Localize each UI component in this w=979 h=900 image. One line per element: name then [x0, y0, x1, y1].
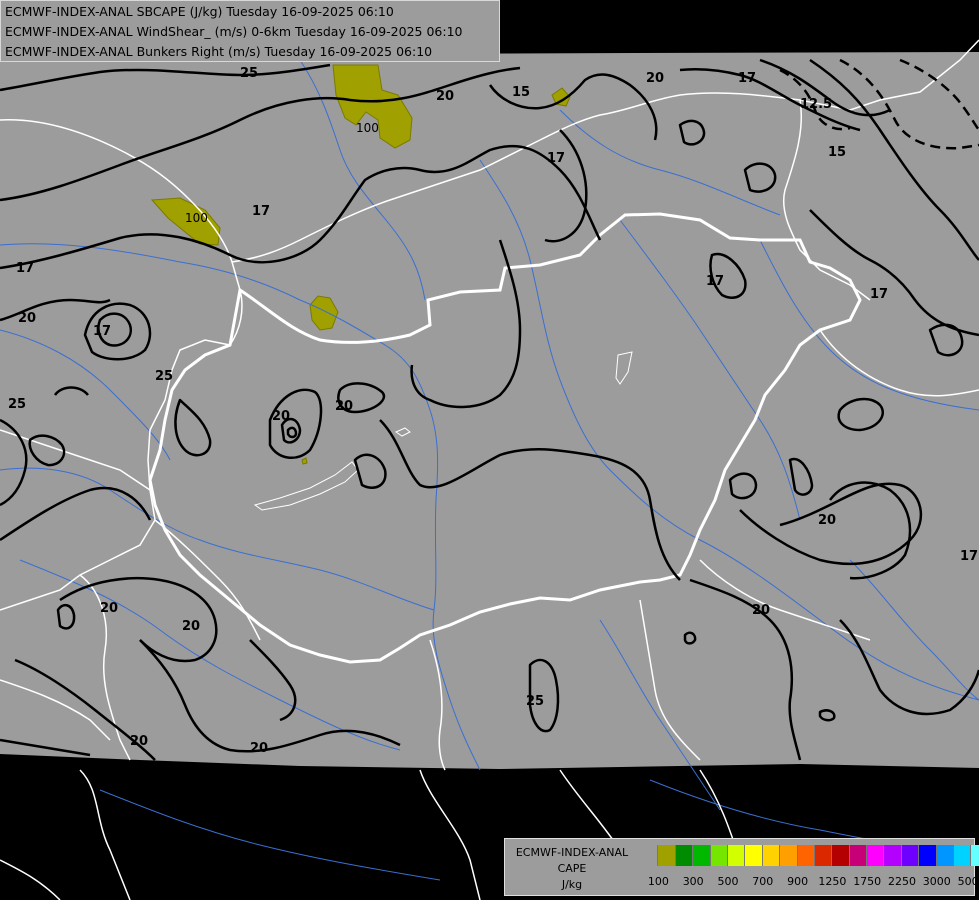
- contour-label: 12.5: [800, 97, 832, 112]
- contour-label: 100: [356, 121, 379, 135]
- legend-swatch: [919, 845, 937, 866]
- contour-label: 17: [252, 204, 270, 219]
- contour-label: 20: [818, 513, 836, 528]
- contour-label: 100: [185, 211, 208, 225]
- contour-label: 20: [436, 89, 454, 104]
- legend-tick-label: 2250: [888, 875, 916, 888]
- legend-swatch: [971, 845, 979, 866]
- legend-tick-labels: 100 300 500 700 900 1250 1750 2250 3000 5000: [641, 875, 979, 889]
- title-line-sbcape: ECMWF-INDEX-ANAL SBCAPE (J/kg) Tuesday 1…: [5, 4, 394, 19]
- legend-swatch: [641, 845, 659, 866]
- title-line-bunkers: ECMWF-INDEX-ANAL Bunkers Right (m/s) Tue…: [5, 44, 433, 59]
- legend-swatch: [762, 845, 781, 866]
- legend-swatch: [901, 845, 920, 866]
- legend-tick-label: 300: [682, 875, 704, 888]
- contour-label: 15: [512, 85, 530, 100]
- contour-label: 20: [752, 603, 770, 618]
- legend-tick-label: 3000: [922, 875, 951, 888]
- legend-swatch: [954, 845, 972, 866]
- legend-swatch: [727, 845, 746, 866]
- map-canvas: 25 20 17 15 12.5 15 17 17 20 17 100 100 …: [0, 0, 979, 900]
- contour-label: 17: [870, 287, 888, 302]
- contour-label: 15: [828, 145, 846, 160]
- contour-label: 25: [526, 694, 544, 709]
- legend-swatch: [693, 845, 711, 866]
- legend-variable: CAPE: [557, 862, 587, 875]
- contour-label: 20: [335, 399, 353, 414]
- contour-label: 20: [250, 741, 268, 756]
- contour-label: 20: [182, 619, 200, 634]
- legend-swatch: [867, 845, 885, 866]
- legend-swatch: [658, 845, 676, 866]
- contour-label: 17: [706, 274, 724, 289]
- contour-label: 17: [16, 261, 34, 276]
- contour-label: 20: [130, 734, 148, 749]
- legend-color-scale: [641, 845, 979, 866]
- title-line-windshear: ECMWF-INDEX-ANAL WindShear_ (m/s) 0-6km …: [5, 24, 463, 39]
- contour-label: 25: [240, 66, 258, 81]
- legend-swatch: [797, 845, 815, 866]
- legend-swatch: [832, 845, 850, 866]
- legend-swatch: [745, 845, 763, 866]
- contour-label: 17: [547, 151, 565, 166]
- contour-label: 20: [18, 311, 36, 326]
- legend-tick-label: 5000: [957, 875, 979, 888]
- legend-swatch: [849, 845, 868, 866]
- contour-label: 20: [100, 601, 118, 616]
- legend-tick-label: 500: [717, 875, 739, 888]
- legend-tick-label: 900: [787, 875, 809, 888]
- contour-label: 17: [93, 324, 111, 339]
- legend-tick-label: 1250: [818, 875, 847, 888]
- legend-unit: J/kg: [561, 878, 583, 891]
- cape-legend: ECMWF-INDEX-ANAL CAPE J/kg 100 300 500 700 9…: [504, 838, 979, 896]
- contour-label: 17: [960, 549, 978, 564]
- legend-tick-label: 1750: [853, 875, 882, 888]
- legend-swatch: [814, 845, 833, 866]
- legend-swatch: [936, 845, 955, 866]
- legend-source: ECMWF-INDEX-ANAL: [515, 846, 629, 859]
- contour-label: 25: [8, 397, 26, 412]
- weather-map: 25 20 17 15 12.5 15 17 17 20 17 100 100 …: [0, 0, 979, 900]
- legend-swatch: [675, 845, 694, 866]
- contour-label: 17: [738, 71, 756, 86]
- contour-label: 20: [272, 409, 290, 424]
- legend-tick-label: 700: [752, 875, 774, 888]
- legend-swatch: [780, 845, 798, 866]
- map-title-box: ECMWF-INDEX-ANAL SBCAPE (J/kg) Tuesday 1…: [0, 0, 500, 62]
- legend-swatch: [884, 845, 902, 866]
- legend-tick-label: 100: [647, 875, 669, 888]
- legend-swatch: [710, 845, 728, 866]
- contour-label: 25: [155, 369, 173, 384]
- contour-label: 20: [646, 71, 664, 86]
